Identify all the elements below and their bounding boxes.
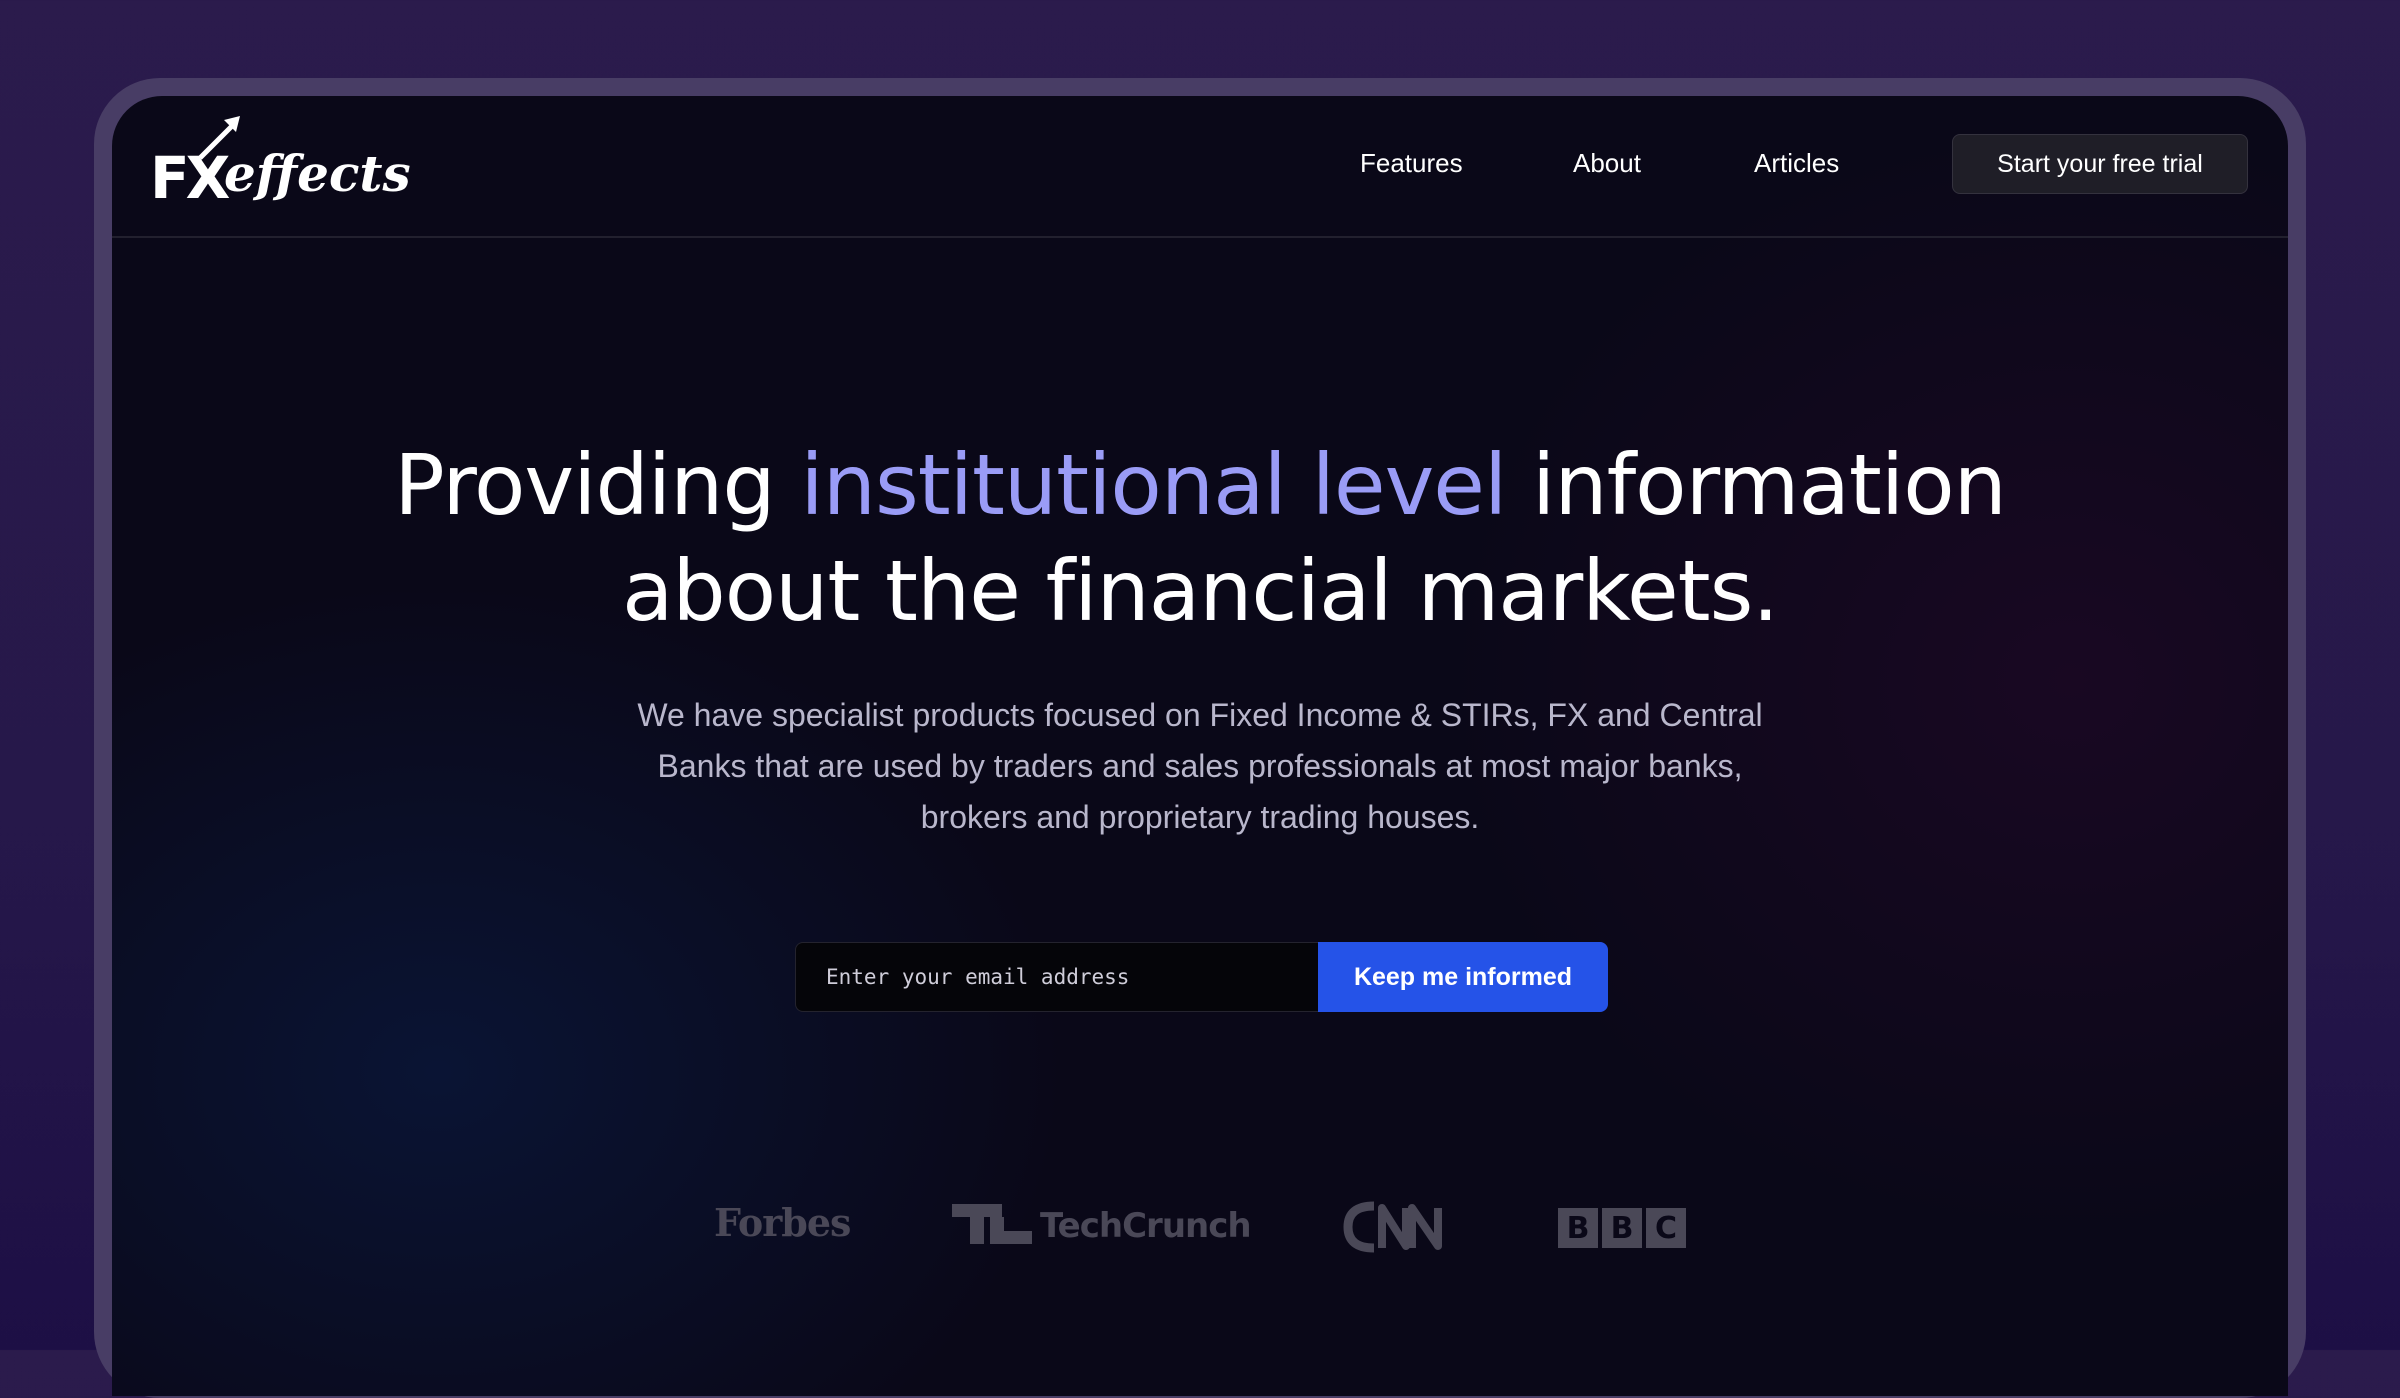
headline-part1: Providing [394, 436, 801, 534]
cnn-logo [1342, 1200, 1450, 1254]
bbc-box-b2: B [1602, 1208, 1642, 1248]
nav-link-features[interactable]: Features [1360, 148, 1463, 179]
hero-headline: Providing institutional level informatio… [300, 432, 2100, 644]
techcrunch-wordmark: TechCrunch [1040, 1206, 1252, 1246]
headline-part2: information [1506, 436, 2007, 534]
nav-link-about[interactable]: About [1573, 148, 1641, 179]
keep-me-informed-button[interactable]: Keep me informed [1318, 942, 1608, 1012]
logo-fx-text: FX [150, 144, 230, 212]
techcrunch-mark-icon [952, 1204, 1032, 1244]
bbc-logo: B B C [1558, 1208, 1690, 1248]
logo-effects-text: effects [224, 144, 411, 203]
bbc-box-b1: B [1558, 1208, 1598, 1248]
email-input[interactable] [795, 942, 1319, 1012]
headline-line2: about the financial markets. [621, 542, 1779, 640]
browser-screen: FX effects Providing institutional level… [112, 96, 2288, 1396]
hero-subtext: We have specialist products focused on F… [637, 697, 1763, 835]
bbc-box-c: C [1646, 1208, 1686, 1248]
fxeffects-logo[interactable]: FX effects [150, 114, 411, 214]
nav-link-articles[interactable]: Articles [1754, 148, 1839, 179]
headline-highlight: institutional level [800, 436, 1507, 534]
techcrunch-logo: TechCrunch [952, 1204, 1252, 1248]
forbes-logo: Forbes [714, 1200, 851, 1245]
cnn-mark-icon [1343, 1201, 1442, 1253]
start-free-trial-button[interactable]: Start your free trial [1952, 134, 2248, 194]
